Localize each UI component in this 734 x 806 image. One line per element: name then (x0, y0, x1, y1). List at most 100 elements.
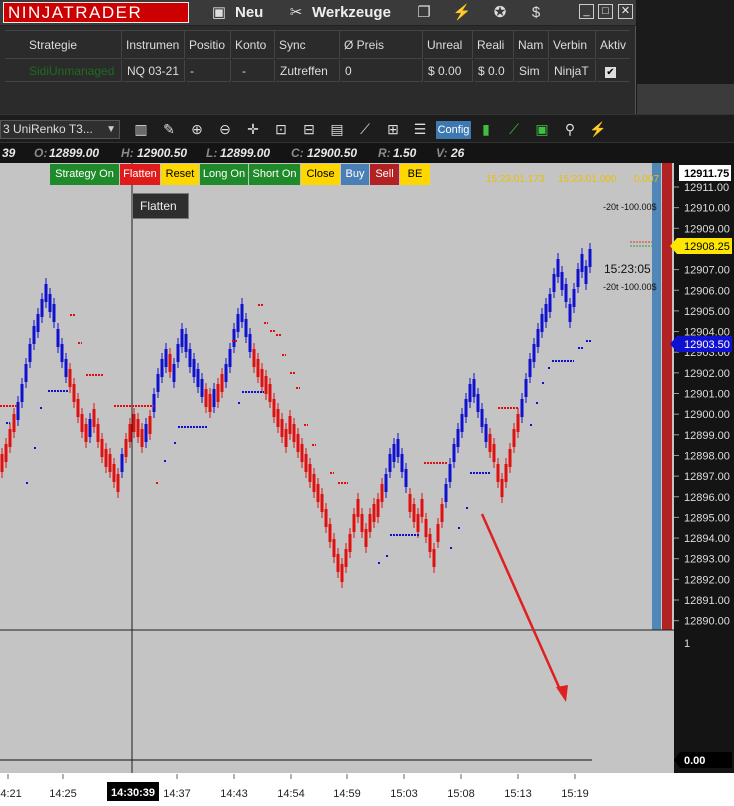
col-unrealized[interactable]: Unreal (424, 31, 473, 59)
col-strategy[interactable]: Strategie (5, 31, 122, 59)
reset-button[interactable]: Reset (161, 164, 199, 185)
renko-bar (104, 449, 108, 467)
renko-bar (484, 424, 488, 442)
properties-icon[interactable]: ⊡ (271, 120, 291, 139)
renko-bar (528, 359, 532, 377)
help-icon[interactable]: ✪ (490, 3, 510, 23)
chart-trader-icon[interactable]: ▮ (476, 120, 496, 139)
cell-active[interactable]: ✔ (597, 60, 630, 82)
config-button[interactable]: Config (436, 121, 471, 139)
price-label: 12901.00 (684, 389, 730, 401)
renko-bar (384, 474, 388, 492)
price-panel-bg (0, 163, 674, 806)
pencil-icon[interactable]: ✎ (159, 120, 179, 139)
renko-bar (216, 384, 220, 402)
zoom-in-icon[interactable]: ⊕ (187, 120, 207, 139)
price-label: 12905.00 (684, 306, 730, 318)
minimize-button[interactable]: _ (579, 4, 594, 19)
cell-instrument: NQ 03-21 (123, 60, 185, 82)
close-button[interactable]: ✕ (618, 4, 633, 19)
col-position[interactable]: Positio (186, 31, 231, 59)
menu-tools[interactable]: Werkzeuge (312, 2, 391, 23)
renko-bar (424, 519, 428, 537)
renko-bar (368, 514, 372, 532)
connection-plug-icon[interactable]: ⚡ (452, 3, 472, 23)
zoom-out-icon[interactable]: ⊖ (215, 120, 235, 139)
strategy-on-button[interactable]: Strategy On (50, 164, 119, 185)
lightning-icon[interactable]: ⚡ (588, 120, 608, 139)
col-account[interactable]: Konto (232, 31, 275, 59)
renko-bar (176, 344, 180, 362)
col-active[interactable]: Aktiv (597, 31, 630, 59)
chart-canvas[interactable]: 15:23:01.173 15:23:01.000 0.007 -20t -10… (0, 163, 734, 806)
renko-bar (392, 444, 396, 462)
active-checkbox[interactable]: ✔ (605, 67, 616, 78)
short-on-button[interactable]: Short On (249, 164, 300, 185)
col-name[interactable]: Nam (515, 31, 549, 59)
renko-bar (76, 399, 80, 417)
renko-bar (396, 439, 400, 457)
renko-bar (40, 299, 44, 317)
buy-button[interactable]: Buy (341, 164, 369, 185)
be-button[interactable]: BE (400, 164, 430, 185)
renko-bar (0, 454, 4, 472)
renko-bar (56, 329, 60, 347)
last-price-value: 12908.25 (684, 241, 730, 253)
indicators-icon[interactable]: ⟋ (355, 120, 375, 139)
close-button-strategy[interactable]: Close (301, 164, 340, 185)
renko-bar (340, 564, 344, 582)
bars-type-icon[interactable]: ▥ (131, 120, 151, 139)
renko-bar (576, 269, 580, 287)
strategies-icon[interactable]: ⊞ (383, 120, 403, 139)
cell-avg-price: 0 (341, 60, 423, 82)
renko-bar (324, 509, 328, 527)
renko-bar (336, 554, 340, 572)
col-sync[interactable]: Sync (276, 31, 340, 59)
renko-bar (276, 409, 280, 427)
renko-bar (288, 416, 292, 434)
open-label: O: (34, 146, 48, 160)
col-realized[interactable]: Reali (474, 31, 514, 59)
renko-bar (348, 534, 352, 552)
high-price-value: 12911.75 (684, 168, 729, 180)
long-on-button[interactable]: Long On (200, 164, 248, 185)
renko-bar (572, 289, 576, 307)
workspaces-icon[interactable]: ❐ (414, 3, 434, 23)
accounts-dollar-icon[interactable]: $ (526, 3, 546, 23)
menu-new[interactable]: Neu (235, 2, 263, 23)
renko-bar (308, 464, 312, 482)
maximize-button[interactable]: □ (598, 4, 613, 19)
new-icon[interactable]: ▣ (209, 3, 229, 23)
wrench-icon[interactable]: ✂ (286, 3, 306, 23)
bar-chart-icon[interactable]: ▤ (327, 120, 347, 139)
trend-icon[interactable]: ⟋ (504, 120, 524, 139)
sell-button[interactable]: Sell (370, 164, 399, 185)
renko-bar (444, 484, 448, 502)
renko-bar (148, 416, 152, 434)
renko-bar (520, 399, 524, 417)
price-label: 12909.00 (684, 223, 730, 235)
price-chart[interactable]: 15:23:01.173 15:23:01.000 0.007 -20t -10… (0, 163, 734, 806)
cell-strategy[interactable]: SidiUnmanaged (5, 60, 122, 82)
close-label: C: (291, 146, 304, 160)
renko-bar (508, 449, 512, 467)
crosshair-icon[interactable]: ✛ (243, 120, 263, 139)
data-box-icon[interactable]: ⊟ (299, 120, 319, 139)
list-icon[interactable]: ☰ (410, 120, 430, 139)
renko-bar (224, 364, 228, 382)
renko-bar (452, 444, 456, 462)
location-pin-icon[interactable]: ⚲ (560, 120, 580, 139)
instrument-selector[interactable]: 3 UniRenko T3... ▼ (0, 120, 120, 139)
range-value: 1.50 (393, 146, 417, 160)
col-connection[interactable]: Verbin (550, 31, 596, 59)
renko-bar (264, 376, 268, 394)
col-instrument[interactable]: Instrumen (123, 31, 185, 59)
panel-icon[interactable]: ▣ (532, 120, 552, 139)
renko-bar (260, 369, 264, 387)
price-label: 12902.00 (684, 368, 730, 380)
order-price-value: 12903.50 (684, 339, 730, 351)
flatten-button[interactable]: Flatten (120, 164, 160, 185)
col-avg-price[interactable]: Ø Preis (341, 31, 423, 59)
renko-bar (136, 419, 140, 437)
renko-bar (432, 549, 436, 567)
